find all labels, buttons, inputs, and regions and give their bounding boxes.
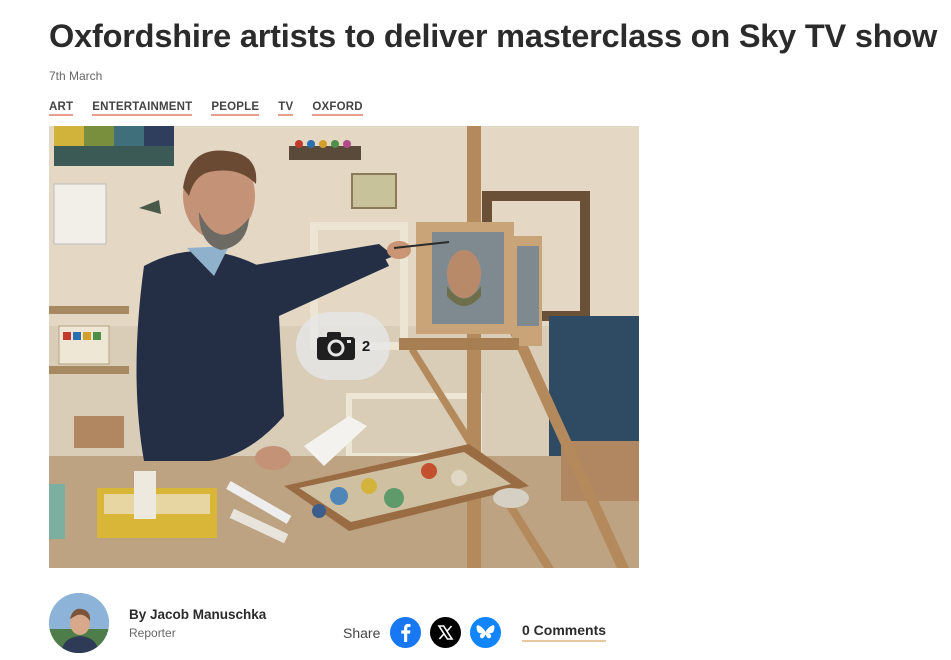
bluesky-share-button[interactable] <box>470 617 502 648</box>
share-bar: Share <box>343 617 510 648</box>
tag-art[interactable]: ART <box>49 101 74 116</box>
tag-tv[interactable]: TV <box>278 101 294 116</box>
facebook-icon <box>401 623 411 642</box>
bluesky-icon <box>476 625 495 639</box>
x-share-button[interactable] <box>430 617 462 648</box>
author-role: Reporter <box>129 625 176 640</box>
article-headline: Oxfordshire artists to deliver mastercla… <box>49 18 938 54</box>
gallery-button[interactable]: 2 <box>296 312 390 380</box>
tag-entertainment[interactable]: ENTERTAINMENT <box>92 101 193 116</box>
x-icon <box>437 625 454 640</box>
share-label: Share <box>343 624 381 641</box>
author-avatar[interactable] <box>49 593 109 653</box>
hero-image[interactable]: 2 <box>49 126 639 568</box>
facebook-share-button[interactable] <box>390 617 422 648</box>
tag-people[interactable]: PEOPLE <box>211 101 260 116</box>
tag-oxford[interactable]: OXFORD <box>312 101 363 116</box>
comments-link[interactable]: 0 Comments <box>522 622 607 642</box>
gallery-image-count: 2 <box>361 337 371 355</box>
article-date: 7th March <box>49 69 103 83</box>
camera-icon <box>316 331 356 361</box>
author-byline: By Jacob Manuschka Reporter <box>49 593 266 653</box>
author-name[interactable]: By Jacob Manuschka <box>129 607 266 622</box>
tag-list: ART ENTERTAINMENT PEOPLE TV OXFORD <box>49 101 382 116</box>
